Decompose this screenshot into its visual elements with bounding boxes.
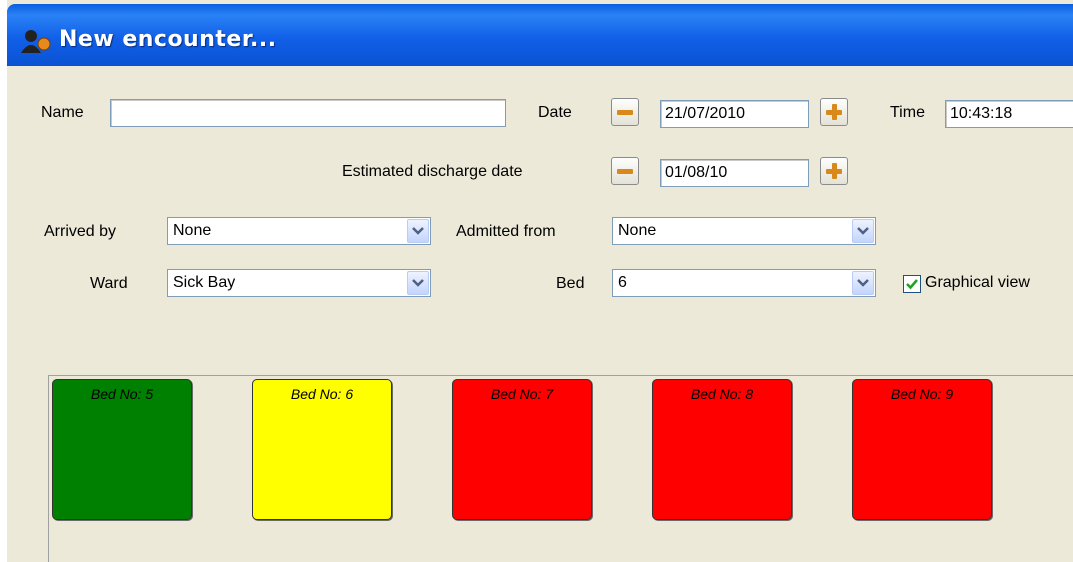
bed-7-tile[interactable]: Bed No: 7 bbox=[452, 379, 592, 520]
minus-icon bbox=[617, 110, 633, 115]
date-decrement-button[interactable] bbox=[611, 98, 639, 126]
title-bar[interactable]: New encounter... bbox=[7, 4, 1073, 66]
bed-label: Bed bbox=[556, 275, 585, 292]
admitted-from-select[interactable]: None bbox=[612, 217, 876, 245]
ward-select[interactable]: Sick Bay bbox=[167, 269, 431, 297]
bed-value: 6 bbox=[618, 274, 627, 291]
discharge-date-input[interactable]: 01/08/10 bbox=[660, 159, 809, 187]
discharge-date-label: Estimated discharge date bbox=[342, 163, 523, 180]
arrived-by-label: Arrived by bbox=[44, 223, 117, 240]
chevron-down-icon[interactable] bbox=[407, 271, 429, 295]
time-input[interactable]: 10:43:18 bbox=[945, 100, 1073, 128]
ward-label: Ward bbox=[90, 275, 128, 292]
window-title: New encounter... bbox=[59, 27, 277, 52]
arrived-by-select[interactable]: None bbox=[167, 217, 431, 245]
ward-value: Sick Bay bbox=[173, 274, 236, 291]
new-encounter-window: New encounter... Name Date 21/07/2010 Ti… bbox=[7, 0, 1073, 562]
graphical-view-checkbox[interactable] bbox=[903, 275, 921, 293]
checkmark-icon bbox=[906, 279, 918, 290]
date-input[interactable]: 21/07/2010 bbox=[660, 100, 809, 128]
discharge-decrement-button[interactable] bbox=[611, 157, 639, 185]
name-label: Name bbox=[41, 104, 84, 121]
discharge-increment-button[interactable] bbox=[820, 157, 848, 185]
app-user-icon bbox=[21, 30, 51, 53]
bed-5-tile[interactable]: Bed No: 5 bbox=[52, 379, 192, 520]
chevron-down-icon[interactable] bbox=[852, 271, 874, 295]
bed-7-label: Bed No: 7 bbox=[490, 386, 554, 402]
minus-icon bbox=[617, 169, 633, 174]
bed-6-tile[interactable]: Bed No: 6 bbox=[252, 379, 392, 520]
chevron-down-icon[interactable] bbox=[407, 219, 429, 243]
chevron-down-icon[interactable] bbox=[852, 219, 874, 243]
admitted-from-label: Admitted from bbox=[456, 223, 556, 240]
graphical-view-label: Graphical view bbox=[925, 274, 1030, 291]
bed-9-label: Bed No: 9 bbox=[890, 386, 954, 402]
bed-9-tile[interactable]: Bed No: 9 bbox=[852, 379, 992, 520]
name-input[interactable] bbox=[110, 99, 506, 127]
date-label: Date bbox=[538, 104, 572, 121]
bed-select[interactable]: 6 bbox=[612, 269, 876, 297]
date-increment-button[interactable] bbox=[820, 98, 848, 126]
bed-8-label: Bed No: 8 bbox=[690, 386, 754, 402]
bed-6-label: Bed No: 6 bbox=[290, 386, 354, 402]
time-label: Time bbox=[890, 104, 925, 121]
bed-5-label: Bed No: 5 bbox=[90, 386, 154, 402]
arrived-by-value: None bbox=[173, 222, 212, 239]
bed-8-tile[interactable]: Bed No: 8 bbox=[652, 379, 792, 520]
admitted-from-value: None bbox=[618, 222, 657, 239]
